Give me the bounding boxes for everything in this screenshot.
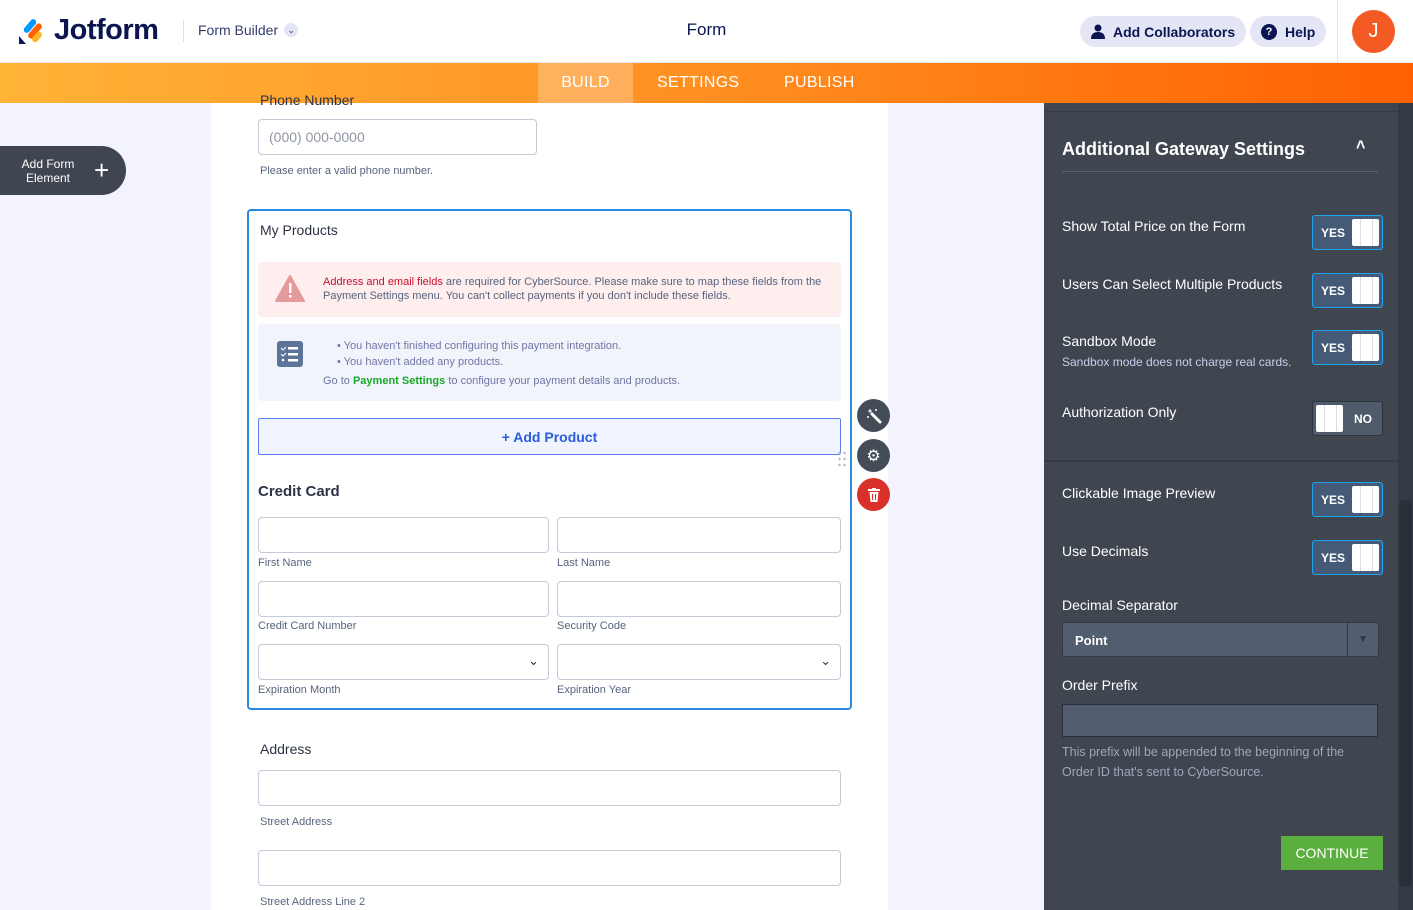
tab-bar: BUILD SETTINGS PUBLISH (0, 63, 1413, 103)
plus-icon: + (94, 155, 110, 185)
info-footer: Go to Payment Settings to configure your… (323, 375, 681, 387)
dropdown-arrow-icon: ▼ (1347, 623, 1378, 656)
continue-button[interactable]: CONTINUE (1281, 836, 1383, 870)
security-code-input[interactable] (557, 581, 841, 617)
trash-icon (867, 487, 880, 502)
avatar[interactable]: J (1352, 10, 1395, 53)
warning-box: Address and email fields are required fo… (258, 262, 841, 317)
divider (183, 20, 184, 42)
expiration-month-select[interactable]: ⌄ (258, 644, 549, 680)
clickable-image-toggle[interactable]: YES (1312, 482, 1383, 517)
setting-label: Clickable Image Preview (1062, 485, 1216, 501)
order-prefix-hint: This prefix will be appended to the begi… (1062, 745, 1345, 779)
setting-label: Authorization Only (1062, 404, 1177, 420)
street-address-label: Street Address (260, 816, 333, 828)
setting-description: Sandbox mode does not charge real cards. (1062, 355, 1292, 369)
tab-build[interactable]: BUILD (538, 63, 633, 103)
phone-input[interactable]: (000) 000-0000 (258, 119, 537, 155)
info-item: • You haven't finished configuring this … (337, 340, 622, 352)
last-name-label: Last Name (557, 557, 611, 569)
brand-name: Jotform (54, 14, 159, 46)
chevron-down-icon: ⌄ (528, 653, 539, 668)
add-form-element-label: Add Form Element (21, 156, 75, 185)
info-box: • You haven't finished configuring this … (258, 324, 841, 401)
first-name-input[interactable] (258, 517, 549, 553)
setting-label: Show Total Price on the Form (1062, 218, 1246, 234)
expiration-year-label: Expiration Year (557, 684, 631, 696)
phone-label: Phone Number (260, 92, 355, 108)
credit-card-title: Credit Card (258, 483, 340, 500)
order-prefix-input[interactable] (1062, 704, 1378, 737)
wand-button[interactable] (857, 399, 890, 432)
payment-settings-link[interactable]: Payment Settings (353, 375, 445, 387)
divider (1044, 460, 1398, 462)
last-name-input[interactable] (557, 517, 841, 553)
settings-button[interactable]: ⚙ (857, 439, 890, 472)
decimal-separator-select[interactable]: Point ▼ (1062, 622, 1379, 657)
products-title: My Products (260, 222, 338, 238)
gateway-settings-panel: Additional Gateway Settings ˄ Show Total… (1044, 103, 1413, 910)
authorization-only-toggle[interactable]: NO (1312, 401, 1383, 436)
card-number-label: Credit Card Number (258, 620, 357, 632)
add-collaborators-label: Add Collaborators (1113, 23, 1236, 40)
form-builder-label: Form Builder (198, 22, 279, 38)
form-builder-dropdown[interactable]: Form Builder ⌄ (198, 22, 299, 38)
setting-label: Use Decimals (1062, 543, 1149, 559)
first-name-label: First Name (258, 557, 312, 569)
top-header: Jotform Form Builder ⌄ Form Add Collabora… (0, 0, 1413, 63)
sandbox-mode-toggle[interactable]: YES (1312, 330, 1383, 365)
divider (1337, 0, 1338, 63)
street-address-2-input[interactable] (258, 850, 841, 886)
add-product-button[interactable]: + Add Product (258, 418, 841, 455)
divider (1062, 171, 1378, 172)
security-code-label: Security Code (557, 620, 627, 632)
jotform-logo[interactable]: Jotform (18, 14, 159, 47)
order-prefix-label: Order Prefix (1062, 677, 1138, 693)
add-collaborators-button[interactable]: Add Collaborators (1080, 16, 1247, 47)
checklist-icon (277, 341, 303, 367)
card-number-input[interactable] (258, 581, 549, 617)
warning-icon (275, 275, 305, 302)
tab-publish[interactable]: PUBLISH (760, 63, 879, 103)
tab-settings[interactable]: SETTINGS (633, 63, 763, 103)
show-total-price-toggle[interactable]: YES (1312, 215, 1383, 250)
delete-button[interactable] (857, 478, 890, 511)
scrollbar-thumb[interactable] (1399, 500, 1412, 886)
user-icon (1091, 24, 1105, 39)
street-address-2-label: Street Address Line 2 (260, 896, 366, 908)
add-form-element-button[interactable]: Add Form Element + (0, 146, 126, 195)
setting-label: Users Can Select Multiple Products (1062, 276, 1283, 292)
phone-hint: Please enter a valid phone number. (260, 165, 434, 177)
chevron-down-icon: ⌄ (284, 23, 299, 37)
setting-label: Sandbox Mode (1062, 333, 1157, 349)
expiration-month-label: Expiration Month (258, 684, 341, 696)
chevron-down-icon: ⌄ (820, 653, 831, 668)
collapse-chevron-icon[interactable]: ˄ (1356, 137, 1365, 155)
magic-wand-icon (866, 408, 881, 423)
info-item: • You haven't added any products. (337, 356, 504, 368)
gear-icon: ⚙ (866, 447, 881, 465)
help-label: Help (1285, 23, 1316, 40)
warning-bold: Address and email fields (323, 276, 443, 288)
help-icon: ? (1261, 23, 1277, 40)
decimal-separator-label: Decimal Separator (1062, 597, 1178, 613)
drag-handle-icon[interactable] (837, 450, 847, 468)
use-decimals-toggle[interactable]: YES (1312, 540, 1383, 575)
help-button[interactable]: ? Help (1250, 16, 1327, 47)
address-title: Address (260, 741, 312, 757)
expiration-year-select[interactable]: ⌄ (557, 644, 841, 680)
panel-title: Additional Gateway Settings (1062, 139, 1306, 159)
street-address-input[interactable] (258, 770, 841, 806)
multiple-products-toggle[interactable]: YES (1312, 273, 1383, 308)
jotform-logo-icon (19, 18, 42, 44)
